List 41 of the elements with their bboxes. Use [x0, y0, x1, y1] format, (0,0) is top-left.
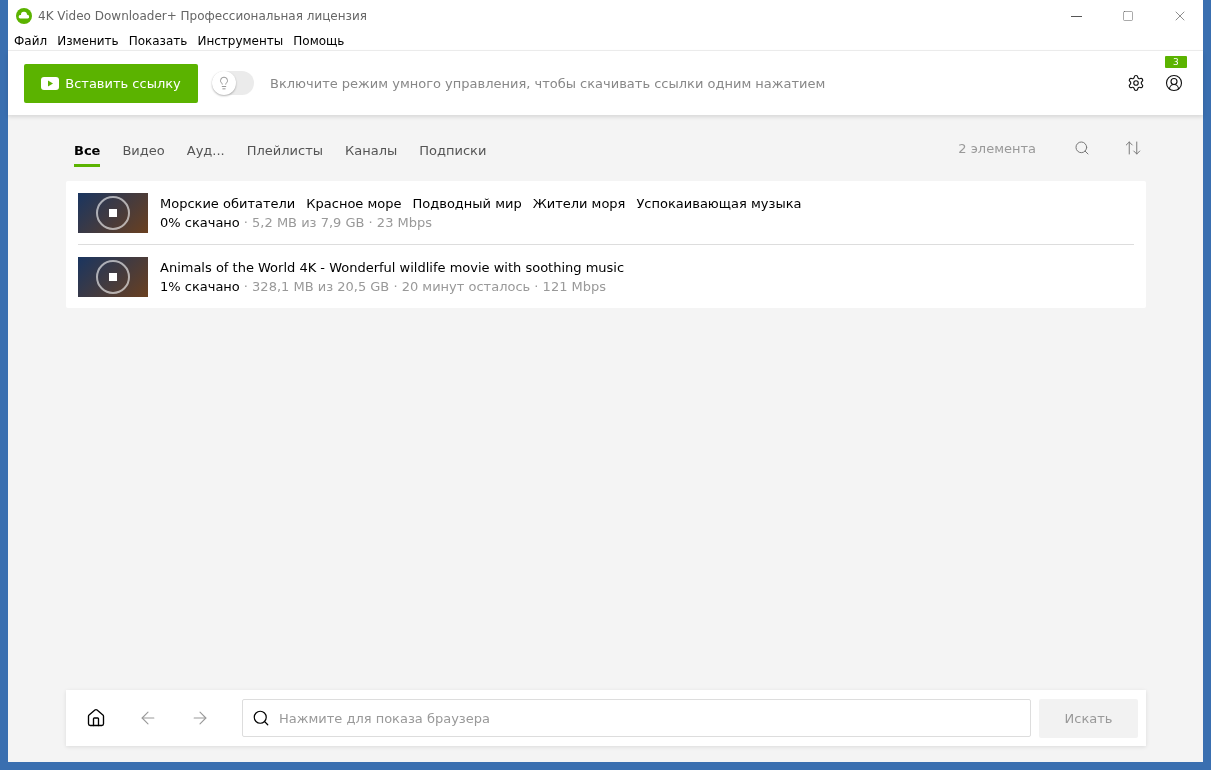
smart-mode-toggle[interactable]: [212, 71, 254, 95]
video-title: Морские обитатели: [160, 195, 296, 211]
video-title: Успокаивающая музыка: [636, 195, 802, 211]
menu-item[interactable]: Инструменты: [197, 32, 292, 50]
filter-tab[interactable]: Ауд...: [186, 135, 225, 167]
browser-search-field[interactable]: Нажмите для показа браузера: [242, 699, 1031, 737]
home-icon: [86, 708, 106, 728]
home-button[interactable]: [86, 708, 106, 728]
video-title: Красное море: [306, 195, 402, 211]
stop-button[interactable]: [95, 258, 131, 295]
video-title: Подводный мир: [412, 195, 522, 211]
window-title: 4K Video Downloader+ Профессиональная лицензия: [38, 9, 368, 23]
user-icon: [1165, 74, 1183, 92]
sort-arrows-icon: [1124, 139, 1142, 157]
menu-item[interactable]: Показать: [128, 32, 196, 50]
filter-tab[interactable]: Видео: [122, 135, 165, 167]
filter-tab[interactable]: Подписки: [419, 135, 487, 167]
settings-icon: [1127, 74, 1145, 92]
filter-tab[interactable]: Каналы: [345, 135, 398, 167]
menu-item[interactable]: Помощь: [293, 32, 353, 50]
cloud-logo-icon: [16, 8, 32, 24]
minimize-icon: [1070, 15, 1082, 17]
download-details: · 5,2 MB из 7,9 GB · 23 Mbps: [243, 214, 433, 230]
maximize-icon: [1122, 10, 1134, 22]
downloaded-percent-text: 0% скачано: [160, 214, 240, 230]
smart-mode-hint: Включите режим умного управления, чтобы скачивать ссылки одним нажатием: [270, 75, 827, 91]
menu-item[interactable]: Файл: [14, 32, 56, 50]
filter-tab[interactable]: Плейлисты: [246, 135, 323, 167]
play-icon: [41, 76, 60, 90]
search-icon: [252, 709, 270, 727]
stop-button[interactable]: [95, 194, 131, 231]
lightbulb-icon: [217, 76, 231, 90]
filter-tab[interactable]: Все: [74, 135, 101, 167]
download-details: · 328,1 MB из 20,5 GB · 20 минут осталось · 121 Mbps: [243, 278, 607, 294]
downloaded-percent-text: 1% скачано: [160, 278, 240, 294]
item-count: 2 элемента: [958, 140, 1036, 156]
video-title: Animals of the World 4K - Wonderful wildlife movie with soothing music: [160, 259, 625, 275]
search-icon: [1074, 140, 1090, 156]
notification-badge: 3: [1165, 56, 1187, 68]
video-title: Жители моря: [532, 195, 626, 211]
menu-item[interactable]: Изменить: [57, 32, 127, 50]
